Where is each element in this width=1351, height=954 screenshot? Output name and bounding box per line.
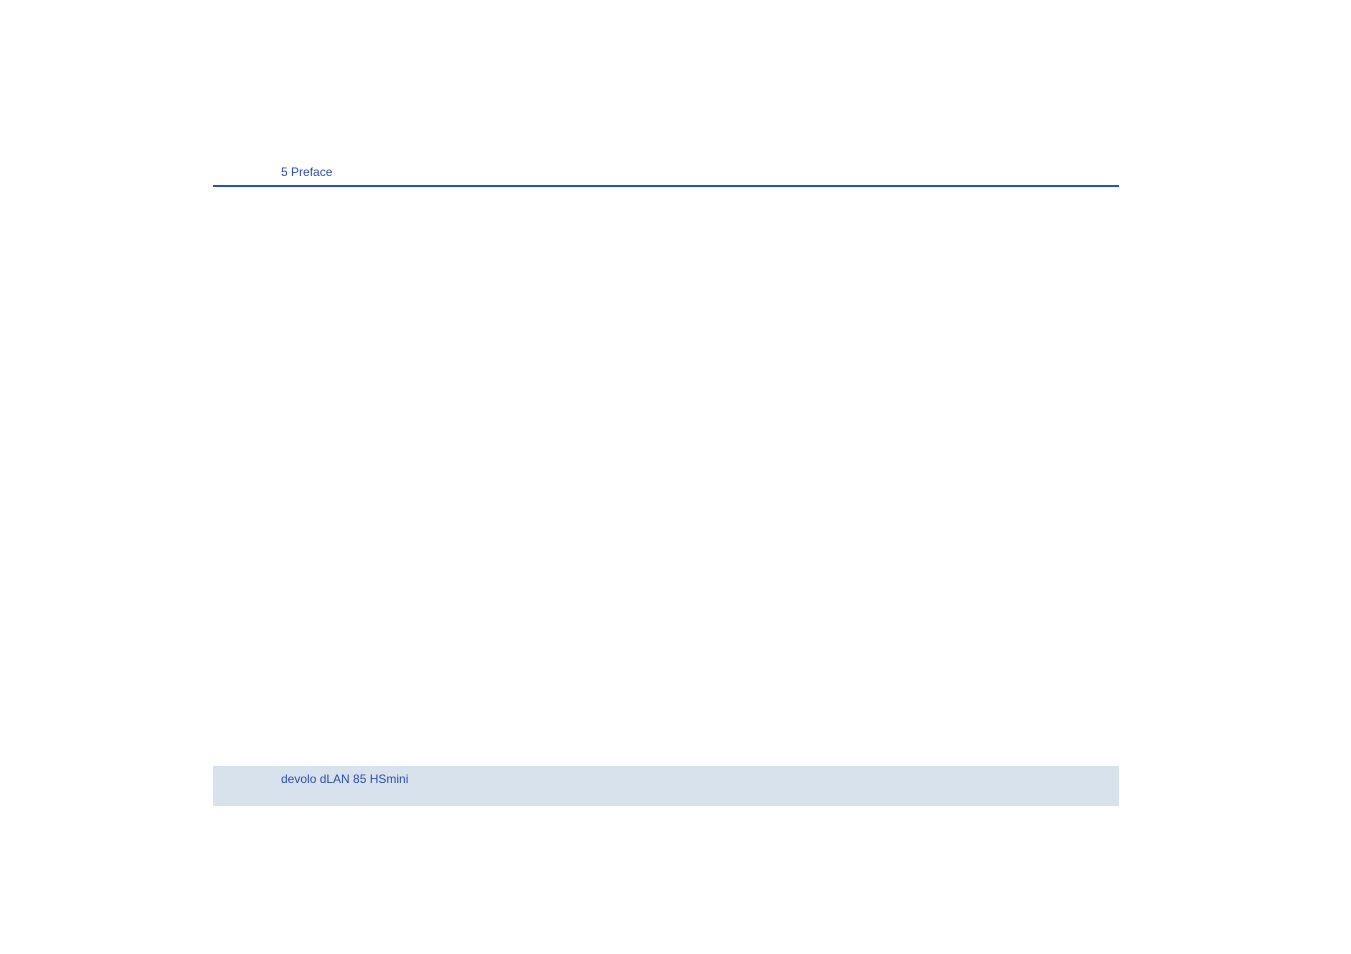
section-title: Preface: [291, 165, 332, 179]
footer-product-name: devolo dLAN 85 HSmini: [281, 772, 1119, 786]
page-header: 5 Preface: [213, 165, 1119, 187]
header-divider: [213, 185, 1119, 187]
page-number: 5: [281, 165, 288, 179]
header-label: 5 Preface: [213, 165, 1119, 185]
page-footer: devolo dLAN 85 HSmini: [213, 766, 1119, 806]
